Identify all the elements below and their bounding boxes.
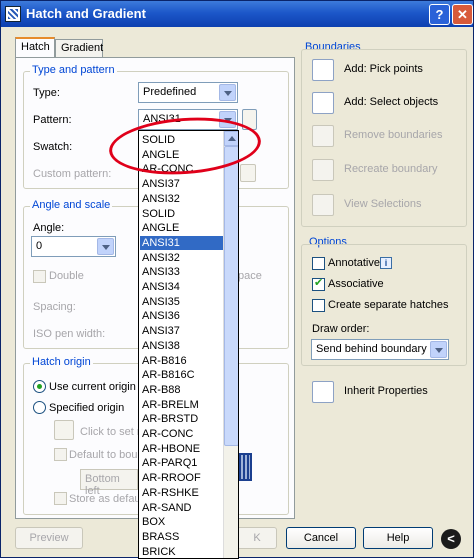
use-current-origin-label: Use current origin bbox=[49, 381, 136, 393]
remove-boundaries-label: Remove boundaries bbox=[344, 129, 443, 141]
select-objects-icon bbox=[312, 92, 334, 114]
chevron-down-icon[interactable] bbox=[219, 84, 236, 101]
type-label: Type: bbox=[33, 87, 60, 99]
type-pattern-title: Type and pattern bbox=[30, 64, 117, 76]
angle-label: Angle: bbox=[33, 222, 65, 234]
pattern-option[interactable]: ANSI34 bbox=[142, 280, 180, 294]
type-value: Predefined bbox=[143, 86, 197, 98]
pattern-dropdown-list[interactable]: SOLID ANGLE AR-CONC ANSI37 ANSI32 SOLID ANGLE A… bbox=[138, 130, 239, 559]
pattern-option[interactable]: ANSI32 bbox=[142, 251, 180, 265]
hatch-app-icon bbox=[5, 6, 21, 22]
pattern-option[interactable]: ANSI32 bbox=[142, 192, 180, 206]
pattern-option[interactable]: AR-RSHKE bbox=[142, 486, 199, 500]
info-icon[interactable]: i bbox=[380, 257, 392, 269]
recreate-boundary-icon bbox=[312, 159, 334, 181]
chevron-down-icon[interactable] bbox=[430, 341, 447, 358]
pattern-option[interactable]: ANSI33 bbox=[142, 265, 180, 279]
separate-hatches-label: Create separate hatches bbox=[328, 299, 449, 311]
store-as-default-checkbox[interactable] bbox=[54, 492, 67, 505]
specified-origin-radio[interactable] bbox=[33, 401, 46, 414]
angle-value: 0 bbox=[36, 240, 43, 252]
help-button[interactable]: Help bbox=[363, 527, 433, 549]
pattern-option[interactable]: AR-BRSTD bbox=[142, 412, 198, 426]
paintbrush-icon bbox=[312, 381, 334, 403]
associative-label: Associative bbox=[328, 278, 384, 290]
draw-order-label: Draw order: bbox=[312, 323, 370, 335]
specified-origin-label: Specified origin bbox=[49, 402, 125, 414]
click-to-set-origin-label: Click to set n bbox=[80, 426, 143, 438]
pattern-option[interactable]: AR-B816 bbox=[142, 354, 187, 368]
scroll-thumb[interactable] bbox=[224, 146, 238, 446]
pattern-option[interactable]: AR-HBONE bbox=[142, 442, 200, 456]
type-select[interactable]: Predefined bbox=[138, 82, 238, 103]
click-to-set-origin-button[interactable] bbox=[54, 420, 74, 440]
origin-preview-icon bbox=[237, 453, 252, 481]
help-icon[interactable]: ? bbox=[429, 4, 450, 25]
draw-order-value: Send behind boundary bbox=[316, 343, 427, 355]
pattern-option[interactable]: ANSI36 bbox=[142, 309, 180, 323]
swatch-label: Swatch: bbox=[33, 141, 73, 153]
boundary-extent-select[interactable]: Bottom left bbox=[80, 469, 138, 497]
angle-select[interactable]: 0 bbox=[31, 236, 116, 257]
annotative-label: Annotative bbox=[328, 257, 380, 269]
pattern-option[interactable]: AR-RROOF bbox=[142, 471, 201, 485]
pick-points-icon bbox=[312, 59, 334, 81]
pattern-option[interactable]: BOX bbox=[142, 515, 165, 529]
recreate-boundary-label: Recreate boundary bbox=[344, 163, 438, 175]
preview-button[interactable]: Preview bbox=[15, 527, 83, 549]
pattern-option[interactable]: BRICK bbox=[142, 545, 176, 558]
title-bar[interactable]: Hatch and Gradient ? ✕ bbox=[1, 1, 473, 27]
annotative-checkbox[interactable] bbox=[312, 257, 325, 270]
double-checkbox[interactable] bbox=[33, 270, 46, 283]
pattern-option[interactable]: ANGLE bbox=[142, 221, 179, 235]
draw-order-select[interactable]: Send behind boundary bbox=[311, 339, 449, 360]
hatch-gradient-dialog: Hatch and Gradient ? ✕ Hatch Gradient Ty… bbox=[0, 0, 474, 559]
custom-pattern-browse-button[interactable] bbox=[240, 164, 256, 182]
view-selections-icon bbox=[312, 194, 334, 216]
ok-button[interactable]: K bbox=[237, 527, 277, 549]
pattern-option[interactable]: ANSI37 bbox=[142, 177, 180, 191]
default-to-boundary-checkbox[interactable] bbox=[54, 448, 67, 461]
remove-boundaries-icon bbox=[312, 125, 334, 147]
pattern-option[interactable]: ANSI35 bbox=[142, 295, 180, 309]
dropdown-scrollbar[interactable] bbox=[223, 131, 238, 558]
pattern-option[interactable]: AR-B816C bbox=[142, 368, 195, 382]
pattern-option[interactable]: ANSI38 bbox=[142, 339, 180, 353]
associative-checkbox[interactable] bbox=[312, 276, 325, 291]
spacing-label: Spacing: bbox=[33, 301, 76, 313]
pattern-label: Pattern: bbox=[33, 114, 72, 126]
double-label: Double bbox=[49, 270, 84, 282]
chevron-down-icon[interactable] bbox=[97, 238, 114, 255]
add-pick-points-label: Add: Pick points bbox=[344, 63, 423, 75]
angle-scale-title: Angle and scale bbox=[30, 199, 113, 211]
add-select-objects-label: Add: Select objects bbox=[344, 96, 439, 108]
pattern-option[interactable]: ANSI37 bbox=[142, 324, 180, 338]
collapse-more-options-button[interactable]: < bbox=[441, 529, 461, 549]
use-current-origin-radio[interactable] bbox=[33, 380, 46, 393]
pattern-option[interactable]: AR-PARQ1 bbox=[142, 456, 197, 470]
tab-hatch[interactable]: Hatch bbox=[15, 37, 55, 58]
close-icon[interactable]: ✕ bbox=[452, 4, 473, 25]
relative-space-label: pace bbox=[238, 270, 262, 282]
cancel-button[interactable]: Cancel bbox=[286, 527, 356, 549]
pattern-option[interactable]: BRASS bbox=[142, 530, 179, 544]
pattern-option[interactable]: AR-SAND bbox=[142, 501, 192, 515]
view-selections-label: View Selections bbox=[344, 198, 422, 210]
tab-gradient[interactable]: Gradient bbox=[55, 39, 103, 58]
custom-pattern-label: Custom pattern: bbox=[33, 168, 112, 180]
pattern-option[interactable]: SOLID bbox=[142, 207, 175, 221]
pattern-option[interactable]: AR-B88 bbox=[142, 383, 181, 397]
iso-pen-width-label: ISO pen width: bbox=[33, 328, 106, 340]
inherit-properties-label: Inherit Properties bbox=[344, 385, 428, 397]
pattern-option[interactable]: ANSI31 bbox=[140, 235, 223, 250]
pattern-option[interactable]: AR-CONC bbox=[142, 427, 193, 441]
separate-hatches-checkbox[interactable] bbox=[312, 299, 325, 312]
hatch-origin-title: Hatch origin bbox=[30, 356, 93, 368]
store-as-default-label: Store as default bbox=[69, 493, 147, 505]
pattern-option[interactable]: AR-BRELM bbox=[142, 398, 199, 412]
dialog-title: Hatch and Gradient bbox=[26, 6, 146, 21]
